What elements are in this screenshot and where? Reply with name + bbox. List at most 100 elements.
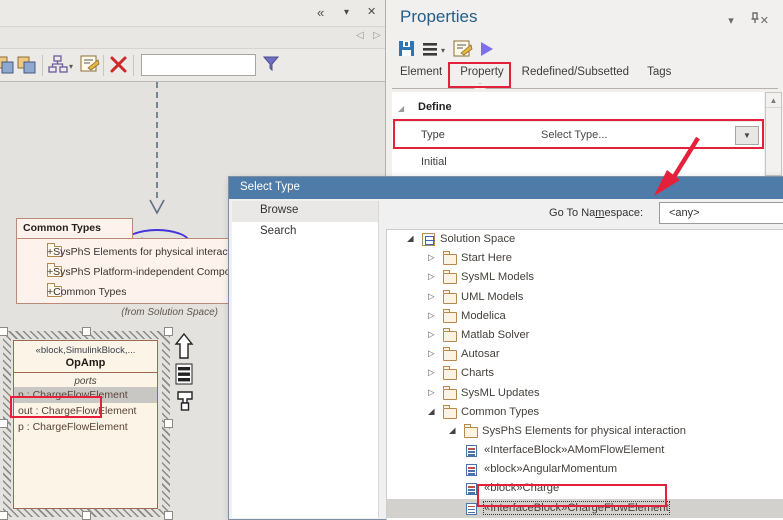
property-grid: ◢ Define Type Select Type... ▼ Initial <box>392 92 764 176</box>
tree-item[interactable]: ◢ SysPhS Elements for physical interactio… <box>387 422 783 441</box>
tree-item[interactable]: «block»AngularMomentum <box>387 460 783 479</box>
package-body[interactable]: +SysPhS Elements for physical interactio… <box>16 238 230 304</box>
folder-icon <box>464 427 478 438</box>
port-row[interactable]: n : ChargeFlowElement <box>14 387 157 403</box>
expand-icon[interactable]: ▷ <box>428 252 435 263</box>
expand-icon[interactable]: ▷ <box>428 348 435 359</box>
tab-redefined-subsetted[interactable]: Redefined/Subsetted <box>522 66 629 78</box>
properties-dropdown-icon[interactable]: ▾ <box>728 15 740 27</box>
type-value[interactable]: Select Type... <box>541 129 607 141</box>
expand-icon[interactable]: ▷ <box>428 271 435 282</box>
namespace-dropdown[interactable]: <any> <box>659 202 783 224</box>
folder-icon <box>443 293 457 304</box>
run-icon[interactable] <box>480 41 494 57</box>
initial-row[interactable]: Initial <box>392 148 764 175</box>
dialog-nav-search[interactable]: Search <box>232 222 378 243</box>
define-section-header[interactable]: ◢ Define <box>392 92 764 121</box>
section-collapse-icon[interactable]: ◢ <box>398 104 404 113</box>
panel-dropdown-icon[interactable]: ▾ <box>344 7 349 18</box>
pin-icon[interactable] <box>740 15 760 27</box>
diagram-tab-strip: ◁ ▷ <box>0 27 385 49</box>
expand-icon[interactable]: ▷ <box>428 387 435 398</box>
package-item[interactable]: +SysPhS Elements for physical interactio… <box>17 244 229 264</box>
tab-strip-divider <box>392 88 778 89</box>
folder-icon <box>443 254 457 265</box>
type-dropdown-button[interactable]: ▼ <box>735 126 759 145</box>
port-row[interactable]: out : ChargeFlowElement <box>14 403 157 419</box>
filter-icon[interactable] <box>263 56 279 72</box>
package-item-label: +SysPhS Elements for physical interactio… <box>47 246 230 258</box>
features-icon[interactable] <box>175 363 194 386</box>
tree-item[interactable]: ▷Modelica <box>387 307 783 326</box>
resize-handle[interactable] <box>0 511 8 520</box>
opamp-block[interactable]: «block,SimulinkBlock,... OpAmp ports n :… <box>13 340 158 509</box>
copy-appearance-icon[interactable] <box>0 55 16 75</box>
next-diagram-icon[interactable]: ▷ <box>373 30 381 41</box>
tree-item[interactable]: ▷Start Here <box>387 249 783 268</box>
diagram-search-input[interactable] <box>141 54 256 76</box>
tree-item[interactable]: ◢Common Types <box>387 403 783 422</box>
expand-icon[interactable]: ▷ <box>428 329 435 340</box>
tree-item[interactable]: «InterfaceBlock»AMomFlowElement <box>387 441 783 460</box>
port-row[interactable]: p : ChargeFlowElement <box>14 419 157 435</box>
resize-handle[interactable] <box>164 419 173 428</box>
scroll-up-icon[interactable]: ▲ <box>766 93 781 108</box>
package-tab[interactable]: Common Types <box>16 218 133 239</box>
tree-item-label: «block»AngularMomentum <box>484 463 617 475</box>
dialog-nav-list: BrowseSearch <box>232 201 379 518</box>
tree-item[interactable]: ◢Solution Space <box>387 230 783 249</box>
dialog-nav-browse[interactable]: Browse <box>232 201 378 222</box>
tree-item[interactable]: ▷Matlab Solver <box>387 326 783 345</box>
tree-item[interactable]: «InterfaceBlock»ChargeFlowElement <box>387 499 783 518</box>
collapse-icon[interactable]: ◢ <box>428 406 435 417</box>
tree-item-label: Charts <box>461 367 494 379</box>
menu-dropdown-icon[interactable]: ▾ <box>441 46 445 55</box>
prev-diagram-icon[interactable]: ◁ <box>356 30 364 41</box>
hierarchy-dropdown-icon[interactable]: ▾ <box>69 62 73 71</box>
resize-handle[interactable] <box>0 419 8 428</box>
show-element-icon[interactable] <box>453 40 473 58</box>
tree-item[interactable]: «block»Charge <box>387 479 783 498</box>
tab-property[interactable]: Property <box>460 66 503 78</box>
delete-icon[interactable] <box>109 55 129 75</box>
tree-item-label: SysPhS Elements for physical interaction <box>482 425 686 437</box>
save-icon[interactable] <box>398 40 415 57</box>
show-element-icon[interactable] <box>80 55 100 73</box>
import-dependency-arrow <box>120 82 200 222</box>
tree-item[interactable]: ▷ Charts <box>387 364 783 383</box>
diagram-toolbar: ▾ <box>0 49 385 82</box>
type-row[interactable]: Type Select Type... ▼ <box>392 121 764 148</box>
expand-icon[interactable]: ▷ <box>428 291 435 302</box>
resize-handle[interactable] <box>82 327 91 336</box>
expand-icon[interactable]: ▷ <box>428 310 435 321</box>
package-item[interactable]: +Common Types <box>17 284 229 304</box>
tree-item[interactable]: ▷UML Models <box>387 288 783 307</box>
properties-close-icon[interactable]: ✕ <box>760 15 775 27</box>
insert-element-icon[interactable] <box>174 333 194 361</box>
tree-item[interactable]: ▷ SysML Updates <box>387 384 783 403</box>
tab-element[interactable]: Element <box>400 66 442 78</box>
package-item[interactable]: +SysPhS Platform-independent Compone <box>17 264 229 284</box>
diagram-pane-header: « ▾ ✕ <box>0 0 385 27</box>
collapse-panel-icon[interactable]: « <box>317 5 324 20</box>
dialog-titlebar[interactable]: Select Type <box>229 177 783 199</box>
port-tool-icon[interactable] <box>176 390 194 416</box>
collapse-icon[interactable]: ◢ <box>407 233 414 244</box>
resize-handle[interactable] <box>164 511 173 520</box>
paste-appearance-icon[interactable] <box>16 55 40 75</box>
tree-item[interactable]: ▷SysML Models <box>387 268 783 287</box>
tree-item-label: «InterfaceBlock»ChargeFlowElement <box>484 502 669 514</box>
tree-item-label: SysML Updates <box>461 387 540 399</box>
folder-icon <box>443 369 457 380</box>
menu-icon[interactable] <box>422 41 438 56</box>
expand-icon[interactable]: ▷ <box>428 367 435 378</box>
resize-handle[interactable] <box>164 327 173 336</box>
tab-tags[interactable]: Tags <box>647 66 671 78</box>
collapse-icon[interactable]: ◢ <box>449 425 456 436</box>
resize-handle[interactable] <box>0 327 8 336</box>
hierarchy-icon[interactable] <box>48 55 68 75</box>
resize-handle[interactable] <box>82 511 91 520</box>
tree-item[interactable]: ▷Autosar <box>387 345 783 364</box>
panel-close-icon[interactable]: ✕ <box>367 5 376 18</box>
grid-scrollbar[interactable]: ▲ <box>765 92 782 176</box>
